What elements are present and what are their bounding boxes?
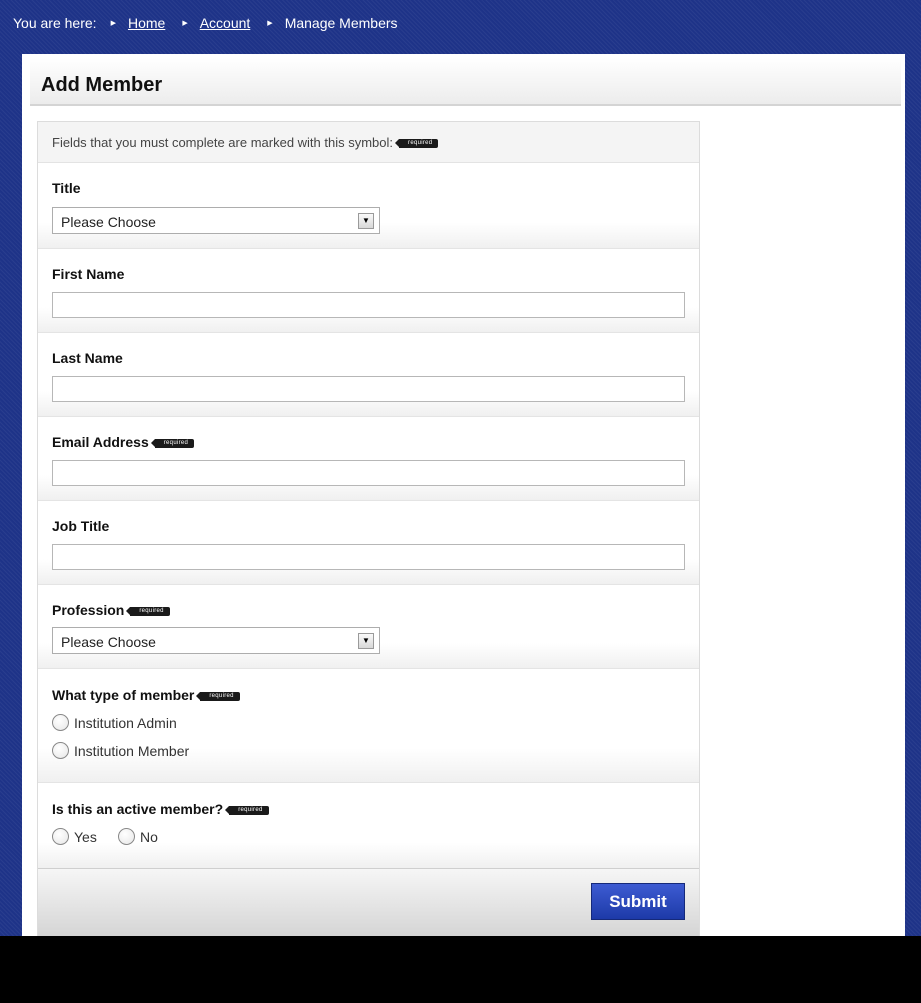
job-title-label: Job Title bbox=[52, 518, 110, 534]
breadcrumb-link-home[interactable]: Home bbox=[128, 15, 165, 31]
page-title: Add Member bbox=[41, 74, 163, 96]
required-tag: required bbox=[225, 805, 269, 815]
last-name-label: Last Name bbox=[52, 350, 123, 366]
breadcrumb-item-home: ▶ Home bbox=[111, 15, 166, 31]
required-tag: required bbox=[126, 606, 170, 616]
member-type-label: What type of member required bbox=[52, 687, 240, 703]
active-label: Is this an active member? required bbox=[52, 801, 269, 817]
radio-institution-member[interactable]: Institution Member bbox=[52, 742, 189, 759]
profession-label-text: Profession bbox=[52, 602, 125, 618]
radio-button[interactable] bbox=[52, 742, 69, 759]
field-row-job-title: Job Title bbox=[38, 501, 699, 585]
breadcrumb-arrow-icon: ▶ bbox=[110, 20, 116, 27]
breadcrumb: You are here: ▶ Home ▶ Account ▶ Manage … bbox=[0, 0, 921, 46]
radio-button[interactable] bbox=[52, 714, 69, 731]
required-tag: required bbox=[196, 691, 240, 701]
field-row-title: Title Please Choose ▼ bbox=[38, 163, 699, 249]
radio-active-no[interactable]: No bbox=[118, 828, 158, 845]
profession-label: Profession required bbox=[52, 602, 170, 618]
field-row-active: Is this an active member? required Yes No bbox=[38, 783, 699, 868]
required-tag: required bbox=[150, 438, 195, 448]
field-row-first-name: First Name bbox=[38, 249, 699, 333]
page-frame: You are here: ▶ Home ▶ Account ▶ Manage … bbox=[0, 0, 921, 936]
submit-button[interactable]: Submit bbox=[591, 883, 685, 920]
required-note-text: Fields that you must complete are marked… bbox=[52, 135, 394, 150]
main-content: Add Member Fields that you must complete… bbox=[22, 54, 905, 936]
radio-button[interactable] bbox=[52, 828, 69, 845]
email-label: Email Address required bbox=[52, 434, 195, 450]
radio-label: Yes bbox=[74, 828, 97, 845]
field-row-email: Email Address required bbox=[38, 417, 699, 501]
profession-select-value: Please Choose bbox=[61, 634, 156, 650]
first-name-label: First Name bbox=[52, 266, 125, 282]
breadcrumb-item-account: ▶ Account bbox=[182, 15, 250, 31]
add-member-form: Fields that you must complete are marked… bbox=[37, 121, 700, 936]
radio-button[interactable] bbox=[118, 828, 135, 845]
required-tag: required bbox=[394, 139, 439, 149]
radio-label: Institution Admin bbox=[74, 714, 177, 731]
first-name-input[interactable] bbox=[52, 292, 685, 318]
radio-institution-admin[interactable]: Institution Admin bbox=[52, 714, 177, 731]
breadcrumb-arrow-icon: ▶ bbox=[182, 20, 188, 27]
job-title-input[interactable] bbox=[52, 544, 685, 570]
field-row-last-name: Last Name bbox=[38, 333, 699, 417]
breadcrumb-link-account[interactable]: Account bbox=[200, 15, 251, 31]
title-select[interactable]: Please Choose ▼ bbox=[52, 207, 380, 234]
breadcrumb-arrow-icon: ▶ bbox=[267, 20, 273, 27]
title-label: Title bbox=[52, 180, 81, 196]
title-select-value: Please Choose bbox=[61, 214, 156, 230]
breadcrumb-prefix: You are here: bbox=[13, 15, 97, 31]
dropdown-arrow-icon[interactable]: ▼ bbox=[358, 633, 374, 649]
page-header: Add Member bbox=[30, 58, 901, 106]
member-type-label-text: What type of member bbox=[52, 687, 195, 703]
required-note: Fields that you must complete are marked… bbox=[38, 122, 699, 163]
email-input[interactable] bbox=[52, 460, 685, 486]
breadcrumb-item-current: ▶ Manage Members bbox=[267, 15, 397, 31]
radio-label: Institution Member bbox=[74, 742, 190, 759]
field-row-member-type: What type of member required Institution … bbox=[38, 669, 699, 783]
radio-label: No bbox=[140, 828, 158, 845]
field-row-profession: Profession required Please Choose ▼ bbox=[38, 585, 699, 669]
dropdown-arrow-icon[interactable]: ▼ bbox=[358, 213, 374, 229]
email-label-text: Email Address bbox=[52, 434, 149, 450]
active-label-text: Is this an active member? bbox=[52, 801, 224, 817]
profession-select[interactable]: Please Choose ▼ bbox=[52, 627, 380, 654]
radio-active-yes[interactable]: Yes bbox=[52, 828, 97, 845]
last-name-input[interactable] bbox=[52, 376, 685, 402]
submit-bar: Submit bbox=[38, 868, 699, 936]
breadcrumb-current: Manage Members bbox=[284, 15, 398, 31]
